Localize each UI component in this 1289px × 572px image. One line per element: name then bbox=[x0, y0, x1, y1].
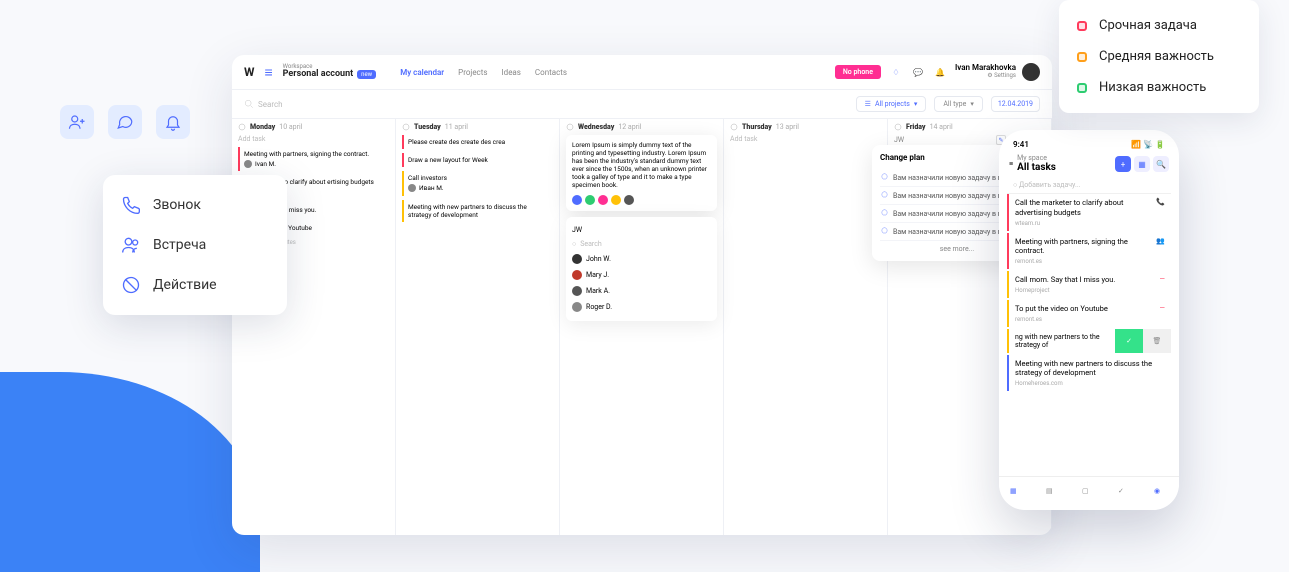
workspace-selector[interactable]: Workspace Personal accountnew bbox=[283, 64, 377, 80]
avatar-icon bbox=[572, 195, 582, 205]
action-call[interactable]: Звонок bbox=[103, 185, 287, 225]
toolbar: Search ☰ All projects ▾ All type ▾ 12.04… bbox=[232, 90, 1052, 119]
filter-type[interactable]: All type ▾ bbox=[934, 96, 982, 112]
person-option[interactable]: Mark A. bbox=[572, 283, 711, 299]
phone-icon: 📞 bbox=[1156, 198, 1165, 206]
nav-ideas[interactable]: Ideas bbox=[502, 68, 521, 77]
filter-projects[interactable]: ☰ All projects ▾ bbox=[856, 96, 927, 112]
col-tuesday: Tuesday11 april Please create des create… bbox=[396, 119, 560, 535]
task-card[interactable]: Call investorsИван М. bbox=[402, 171, 553, 195]
dot-green-icon bbox=[1077, 83, 1087, 93]
task-card[interactable]: Draw a new layout for Week bbox=[402, 153, 553, 167]
tab-profile-icon[interactable]: ◉ bbox=[1154, 487, 1168, 501]
chat-icon[interactable] bbox=[108, 105, 142, 139]
avatar-icon bbox=[624, 195, 634, 205]
tab-check-icon[interactable]: ✓ bbox=[1118, 487, 1132, 501]
action-task[interactable]: Действие bbox=[103, 265, 287, 305]
add-task[interactable]: Add task bbox=[730, 135, 881, 143]
phone-search[interactable]: ○ Добавить задачу... bbox=[1007, 177, 1171, 194]
dot-orange-icon bbox=[1077, 52, 1087, 62]
users-icon: 👥 bbox=[1156, 237, 1165, 245]
date-picker[interactable]: 12.04.2019 bbox=[991, 96, 1040, 112]
phone-mock: 9:41📶 📡 🔋 ≡ My space All tasks + ▦ 🔍 ○ Д… bbox=[999, 130, 1179, 510]
tab-doc-icon[interactable]: ▢ bbox=[1082, 487, 1096, 501]
no-phone-badge[interactable]: No phone bbox=[835, 65, 881, 79]
legend-medium: Средняя важность bbox=[1063, 41, 1255, 72]
person-option[interactable]: John W. bbox=[572, 251, 711, 267]
action-task-label: Действие bbox=[153, 277, 217, 293]
app-window: W ≡ Workspace Personal accountnew My cal… bbox=[232, 55, 1052, 535]
main-nav: My calendar Projects Ideas Contacts bbox=[400, 68, 567, 77]
filter-button[interactable]: ▦ bbox=[1134, 156, 1150, 172]
legend-urgent: Срочная задача bbox=[1063, 10, 1255, 41]
people-picker[interactable]: JW ○ Search John W. Mary J. Mark A. Roge… bbox=[566, 217, 717, 321]
phone-task[interactable]: 📞Call the marketer to clarify about adve… bbox=[1007, 194, 1171, 231]
avatar-icon bbox=[611, 195, 621, 205]
legend-low: Низкая важность bbox=[1063, 72, 1255, 103]
task-card[interactable]: Meeting with partners, signing the contr… bbox=[238, 147, 389, 171]
action-meeting-label: Встреча bbox=[153, 237, 206, 253]
notif-icon[interactable]: 🔔 bbox=[933, 65, 947, 79]
person-option[interactable]: Mary J. bbox=[572, 267, 711, 283]
avatar-icon bbox=[598, 195, 608, 205]
phone-tabbar: ▦ ▤ ▢ ✓ ◉ bbox=[999, 476, 1179, 510]
menu-icon[interactable]: ≡ bbox=[265, 64, 273, 81]
nav-calendar[interactable]: My calendar bbox=[400, 68, 444, 77]
bell-icon[interactable] bbox=[156, 105, 190, 139]
task-card[interactable]: Meeting with new partners to discuss the… bbox=[402, 200, 553, 222]
phone-task[interactable]: —To put the video on Youtuberemont.es bbox=[1007, 300, 1171, 327]
nav-contacts[interactable]: Contacts bbox=[535, 68, 567, 77]
task-detail[interactable]: Lorem Ipsum is simply dummy text of the … bbox=[566, 135, 717, 211]
action-call-label: Звонок bbox=[153, 197, 201, 213]
background-wave bbox=[0, 372, 260, 572]
user-plus-icon[interactable] bbox=[60, 105, 94, 139]
phone-task[interactable]: Meeting with new partners to discuss the… bbox=[1007, 355, 1171, 392]
search-input[interactable]: Search bbox=[244, 99, 848, 109]
phone-header: ≡ My space All tasks + ▦ 🔍 bbox=[1007, 151, 1171, 177]
tab-home-icon[interactable]: ▦ bbox=[1010, 487, 1024, 501]
avatar-icon bbox=[585, 195, 595, 205]
phone-task-swiped[interactable]: ng with new partners to the strategy of … bbox=[1007, 329, 1171, 353]
col-wednesday: Wednesday12 april Lorem Ipsum is simply … bbox=[560, 119, 724, 535]
complete-button[interactable]: ✓ bbox=[1115, 329, 1143, 353]
nav-projects[interactable]: Projects bbox=[458, 68, 487, 77]
person-option[interactable]: Roger D. bbox=[572, 299, 711, 315]
dot-red-icon bbox=[1077, 21, 1087, 31]
phone-task[interactable]: 👥Meeting with partners, signing the cont… bbox=[1007, 233, 1171, 270]
tab-list-icon[interactable]: ▤ bbox=[1046, 487, 1060, 501]
floating-icons bbox=[60, 105, 190, 139]
chat-icon[interactable]: 💬 bbox=[911, 65, 925, 79]
delete-button[interactable]: 🗑 bbox=[1143, 329, 1171, 353]
add-task[interactable]: Add task bbox=[238, 135, 389, 143]
action-menu: Звонок Встреча Действие bbox=[103, 175, 287, 315]
col-thursday: Thursday13 april Add task bbox=[724, 119, 888, 535]
app-logo[interactable]: W bbox=[244, 65, 255, 79]
bell-icon[interactable]: ♢ bbox=[889, 65, 903, 79]
app-topbar: W ≡ Workspace Personal accountnew My cal… bbox=[232, 55, 1052, 90]
phone-task[interactable]: —Call mom. Say that I miss you.Homeproje… bbox=[1007, 271, 1171, 298]
phone-task-list[interactable]: 📞Call the marketer to clarify about adve… bbox=[1007, 194, 1171, 454]
user-menu[interactable]: Ivan Marakhovka ⚙ Settings bbox=[955, 63, 1040, 81]
add-button[interactable]: + bbox=[1115, 156, 1131, 172]
priority-legend: Срочная задача Средняя важность Низкая в… bbox=[1059, 0, 1259, 113]
menu-icon[interactable]: ≡ bbox=[1009, 160, 1013, 168]
search-button[interactable]: 🔍 bbox=[1153, 156, 1169, 172]
avatar bbox=[1022, 63, 1040, 81]
task-card[interactable]: Please create des create des crea bbox=[402, 135, 553, 149]
phone-statusbar: 9:41📶 📡 🔋 bbox=[1007, 138, 1171, 151]
action-meeting[interactable]: Встреча bbox=[103, 225, 287, 265]
